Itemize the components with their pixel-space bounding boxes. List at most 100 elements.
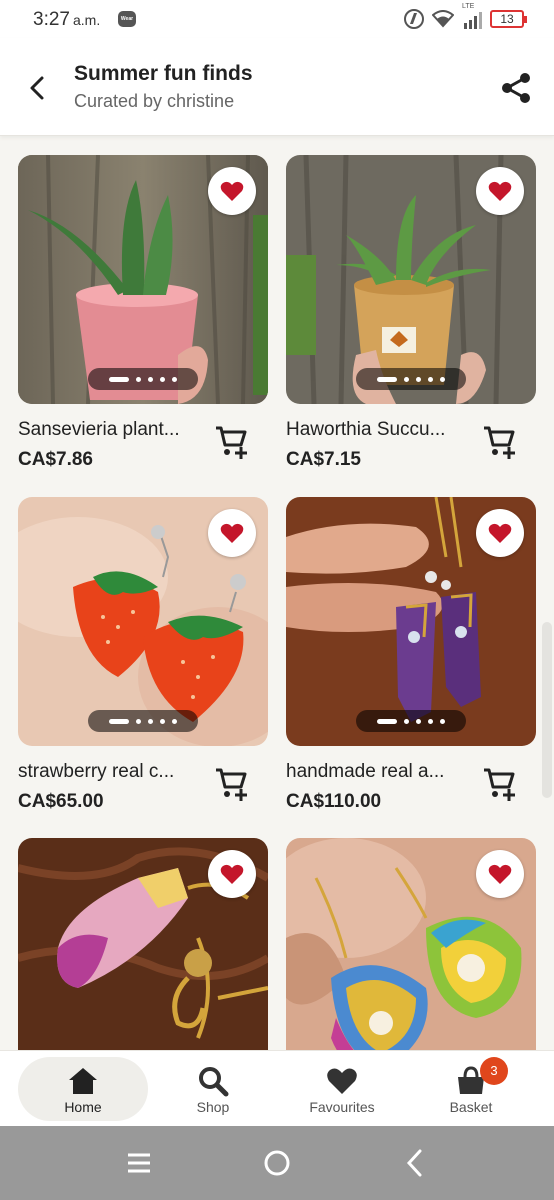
image-carousel-dots[interactable]: [88, 710, 198, 732]
product-card[interactable]: handmade real a... CA$110.00: [286, 497, 536, 812]
system-nav-bar: [0, 1126, 554, 1200]
carousel-dot: [416, 376, 421, 382]
home-icon: [69, 1068, 97, 1094]
nav-label: Home: [64, 1099, 102, 1115]
home-system-button[interactable]: [260, 1146, 294, 1180]
status-time: 3:27 a.m.: [33, 9, 101, 30]
carousel-dot: [377, 718, 397, 724]
scrollbar[interactable]: [542, 622, 552, 798]
circle-icon: [264, 1150, 290, 1176]
page-title: Summer fun finds: [74, 62, 253, 85]
product-image[interactable]: [286, 497, 536, 746]
wear-icon: Wear: [118, 11, 136, 27]
nav-shop[interactable]: Shop: [148, 1051, 278, 1127]
add-to-cart-button[interactable]: [214, 765, 250, 801]
product-image[interactable]: [18, 497, 268, 746]
basket-count-badge: 3: [480, 1057, 508, 1085]
add-to-cart-button[interactable]: [214, 423, 250, 459]
favourite-button[interactable]: [476, 850, 524, 898]
product-card[interactable]: [18, 838, 268, 1050]
carousel-dot: [172, 718, 177, 724]
chevron-left-icon: [406, 1149, 422, 1177]
product-card[interactable]: [286, 838, 536, 1050]
carousel-dot: [377, 376, 397, 382]
nav-basket[interactable]: 3 Basket: [406, 1051, 536, 1127]
nav-favourites[interactable]: Favourites: [277, 1051, 407, 1127]
back-arrow-icon: [30, 76, 44, 100]
carousel-dot: [136, 376, 141, 382]
favourite-button[interactable]: [476, 167, 524, 215]
title-block: Summer fun finds Curated by christine: [74, 62, 253, 112]
product-grid: Sansevieria plant... CA$7.86 Haworthia S…: [0, 136, 554, 1050]
image-carousel-dots[interactable]: [356, 368, 466, 390]
page-subtitle: Curated by christine: [74, 91, 235, 111]
wifi-icon: [432, 10, 454, 28]
image-carousel-dots[interactable]: [356, 710, 466, 732]
product-card[interactable]: Sansevieria plant... CA$7.86: [18, 155, 268, 470]
product-price: CA$65.00: [18, 791, 104, 812]
product-price: CA$7.15: [286, 449, 361, 470]
nfc-icon: [404, 9, 424, 29]
carousel-dot: [160, 718, 165, 724]
product-price: CA$110.00: [286, 791, 382, 812]
carousel-dot: [416, 718, 421, 724]
heart-filled-icon: [220, 523, 244, 543]
carousel-dot: [148, 376, 153, 382]
carousel-dot: [148, 718, 153, 724]
favourite-button[interactable]: [476, 509, 524, 557]
heart-filled-icon: [488, 523, 512, 543]
favourite-button[interactable]: [208, 509, 256, 557]
add-to-cart-button[interactable]: [482, 765, 518, 801]
carousel-dot: [404, 718, 409, 724]
cart-add-icon: [216, 426, 247, 459]
nav-label: Basket: [449, 1099, 493, 1115]
product-name[interactable]: strawberry real c...: [18, 761, 174, 783]
share-button[interactable]: [496, 68, 536, 108]
product-image[interactable]: [286, 155, 536, 404]
carousel-dot: [160, 376, 165, 382]
app-header: Summer fun finds Curated by christine: [0, 38, 554, 136]
status-bar: 3:27 a.m. Wear LTE 13: [0, 0, 554, 38]
heart-filled-icon: [220, 864, 244, 884]
product-image[interactable]: [18, 155, 268, 404]
heart-filled-icon: [488, 864, 512, 884]
share-icon: [502, 73, 530, 103]
product-card[interactable]: Haworthia Succu... CA$7.15: [286, 155, 536, 470]
carousel-dot: [428, 718, 433, 724]
heart-filled-icon: [488, 181, 512, 201]
carousel-dot: [440, 718, 445, 724]
cart-add-icon: [216, 768, 247, 801]
product-image[interactable]: [18, 838, 268, 1050]
status-icons: LTE 13: [404, 3, 527, 30]
carousel-dot: [136, 718, 141, 724]
carousel-dot: [172, 376, 177, 382]
nav-label: Favourites: [309, 1099, 375, 1115]
product-card[interactable]: strawberry real c... CA$65.00: [18, 497, 268, 812]
product-price: CA$7.86: [18, 449, 93, 470]
carousel-dot: [109, 718, 129, 724]
favourite-button[interactable]: [208, 850, 256, 898]
nav-home[interactable]: Home: [18, 1051, 148, 1127]
product-image[interactable]: [286, 838, 536, 1050]
bottom-nav: Home Shop Favourites 3 Basket: [0, 1050, 554, 1126]
product-name[interactable]: Sansevieria plant...: [18, 419, 180, 441]
product-name[interactable]: handmade real a...: [286, 761, 444, 783]
search-icon: [199, 1067, 229, 1097]
image-carousel-dots[interactable]: [88, 368, 198, 390]
nav-label: Shop: [196, 1099, 230, 1115]
add-to-cart-button[interactable]: [482, 423, 518, 459]
carousel-dot: [404, 376, 409, 382]
cart-add-icon: [484, 426, 515, 459]
heart-filled-icon: [220, 181, 244, 201]
cart-add-icon: [484, 768, 515, 801]
battery-icon: 13: [490, 10, 527, 28]
menu-icon: [128, 1153, 150, 1173]
carousel-dot: [440, 376, 445, 382]
signal-icon: LTE: [462, 3, 482, 29]
recent-apps-button[interactable]: [122, 1146, 156, 1180]
product-name[interactable]: Haworthia Succu...: [286, 419, 445, 441]
back-system-button[interactable]: [398, 1146, 432, 1180]
heart-icon: [327, 1068, 357, 1094]
favourite-button[interactable]: [208, 167, 256, 215]
back-button[interactable]: [18, 68, 58, 108]
